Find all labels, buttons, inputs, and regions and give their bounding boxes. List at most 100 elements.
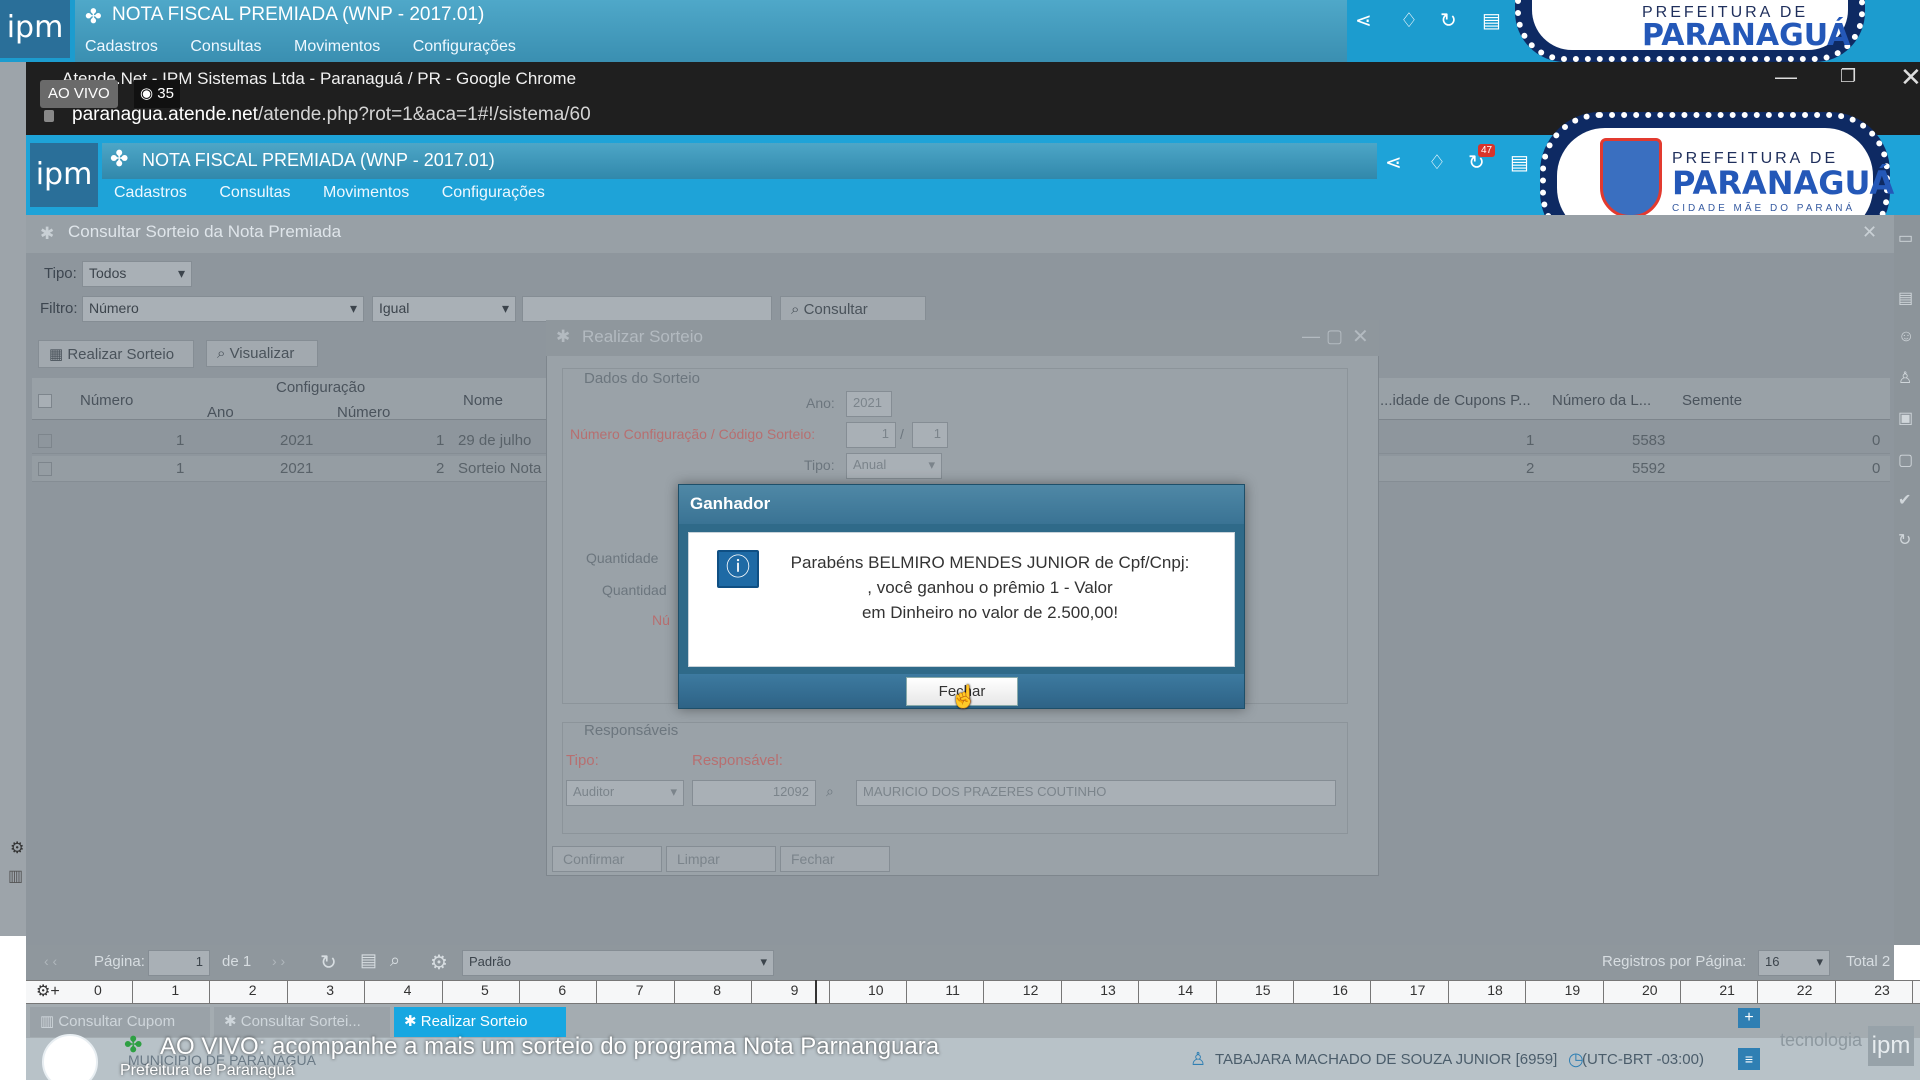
share-icon[interactable]: ⋖ [1385, 150, 1402, 175]
print-icon[interactable]: ▤ [1510, 150, 1529, 175]
ruler-divider [209, 980, 211, 1004]
pager-first-icon[interactable]: ‹ ‹ [44, 953, 57, 969]
back-print-icon[interactable]: ▤ [1482, 8, 1501, 33]
inner-minimize-icon[interactable]: — [1302, 326, 1320, 347]
col-semente[interactable]: Semente [1682, 392, 1742, 409]
sidebar-window-icon[interactable]: ▢ [1898, 450, 1913, 470]
cell-semente: 0 [1872, 432, 1881, 449]
consultar-button[interactable]: ⌕ Consultar [780, 296, 926, 323]
url-path: /atende.php?rot=1&aca=1#!/sistema/60 [257, 104, 591, 125]
inner-config-input2[interactable]: 1 [912, 422, 948, 448]
per-page-label: Registros por Página: [1602, 953, 1747, 970]
per-page-select[interactable]: 16 ▾ [1758, 950, 1830, 976]
resp-code-input[interactable]: 12092 [692, 780, 816, 806]
inner-fechar-button[interactable]: Fechar [780, 846, 890, 872]
back-refresh-icon[interactable]: ↻ [1440, 8, 1457, 33]
winner-message-line3: em Dinheiro no valor de 2.500,00! [861, 603, 1119, 622]
sidebar-save-icon[interactable]: ▣ [1898, 408, 1913, 428]
inner-close-icon[interactable]: ✕ [1352, 324, 1369, 349]
back-menu-cadastros[interactable]: Cadastros [85, 38, 158, 55]
select-all-checkbox[interactable] [38, 394, 52, 408]
row-checkbox[interactable] [38, 434, 52, 448]
filtro-value-input[interactable] [522, 296, 772, 322]
row-checkbox[interactable] [38, 462, 52, 476]
left-panel-icon[interactable]: ▥ [8, 866, 23, 886]
pager-page-input[interactable]: 1 [148, 950, 210, 976]
inner-limpar-button[interactable]: Limpar [666, 846, 776, 872]
ruler-divider [1293, 980, 1294, 1004]
ruler-tick: 1 [171, 982, 180, 998]
pager-refresh-icon[interactable]: ↻ [320, 950, 337, 975]
sidebar-users-icon[interactable]: ☺ [1898, 328, 1914, 346]
inner-config-input1[interactable]: 1 [846, 422, 896, 448]
filtro-field-value: Número [89, 300, 139, 316]
ruler-divider [1447, 980, 1449, 1004]
sidebar-person-icon[interactable]: ♙ [1898, 368, 1912, 388]
back-app-icon: ✤ [85, 6, 102, 28]
sidebar-sync-icon[interactable]: ↻ [1898, 530, 1911, 550]
cell-nome: 29 de julho [458, 432, 532, 449]
menu-configuracoes[interactable]: Configurações [442, 184, 545, 201]
back-menu-movimentos[interactable]: Movimentos [294, 38, 380, 55]
cell-nome: Sorteio Nota [458, 460, 542, 477]
layout-select[interactable]: Padrão ▾ [462, 950, 774, 976]
restore-icon[interactable]: ❐ [1840, 66, 1856, 87]
visualizar-button[interactable]: ⌕ Visualizar [206, 340, 318, 367]
inner-ano-label: Ano: [806, 395, 835, 411]
minimize-icon[interactable]: — [1775, 64, 1797, 90]
inner-tipo-select[interactable]: Anual ▾ [846, 453, 942, 479]
ruler-tick: 11 [945, 982, 960, 998]
col-cupons[interactable]: ...idade de Cupons P... [1380, 392, 1531, 409]
close-window-icon[interactable]: ✕ [1900, 62, 1920, 93]
pager-settings-icon[interactable]: ⚙ [430, 950, 448, 975]
back-menu-configuracoes[interactable]: Configurações [413, 38, 516, 55]
col-ano[interactable]: Ano [207, 404, 234, 421]
ruler-tick: 7 [635, 982, 644, 998]
inner-confirmar-button[interactable]: Confirmar [552, 846, 662, 872]
cell-numero: 1 [176, 460, 185, 477]
realizar-sorteio-button[interactable]: ▦ Realizar Sorteio [38, 340, 194, 368]
sidebar-doc-icon[interactable]: ▤ [1898, 288, 1913, 308]
resp-name-input[interactable]: MAURICIO DOS PRAZERES COUTINHO [856, 780, 1336, 806]
ruler-tick: 9 [790, 982, 799, 998]
menu-consultas[interactable]: Consultas [219, 184, 290, 201]
filtro-field-chevron-icon: ▾ [349, 300, 357, 316]
back-menu-consultas[interactable]: Consultas [190, 38, 261, 55]
menu-cadastros[interactable]: Cadastros [114, 184, 187, 201]
cell-numero: 1 [176, 432, 185, 449]
brand-ipm-logo: ipm [1868, 1026, 1914, 1066]
ruler-marker[interactable] [815, 980, 817, 1004]
col-nome[interactable]: Nome [463, 392, 503, 409]
pager-zoom-icon[interactable]: ⌕ [390, 950, 400, 971]
col-cfg-numero[interactable]: Número [337, 404, 390, 421]
tipo-select[interactable]: Todos ▾ [82, 261, 192, 287]
col-loteria[interactable]: Número da L... [1552, 392, 1651, 409]
col-numero[interactable]: Número [80, 392, 133, 409]
pager-print-icon[interactable]: ▤ [360, 950, 377, 971]
ruler-gear-icon[interactable]: ⚙+ [36, 981, 60, 1001]
inner-maximize-icon[interactable]: ▢ [1326, 326, 1343, 347]
menu-movimentos[interactable]: Movimentos [323, 184, 409, 201]
inner-ano-input[interactable]: 2021 [846, 391, 892, 417]
mouse-cursor-icon: ☝ [950, 684, 978, 709]
inner-tipo-label: Tipo: [804, 457, 835, 473]
sidebar-chat-icon[interactable]: ▭ [1898, 228, 1913, 248]
back-bell-icon[interactable]: ♢ [1400, 8, 1418, 33]
cell-ano: 2021 [280, 432, 314, 449]
inner-qtd-label1: Quantidade [586, 550, 659, 566]
sidebar-check-icon[interactable]: ✔ [1898, 490, 1911, 510]
taskbar-add-icon[interactable]: + [1738, 1008, 1760, 1028]
resp-search-icon[interactable]: ⌕ [826, 783, 834, 800]
winner-message: Parabéns BELMIRO MENDES JUNIOR de Cpf/Cn… [770, 550, 1210, 625]
layout-value: Padrão [469, 954, 511, 969]
back-share-icon[interactable]: ⋖ [1355, 8, 1372, 33]
filtro-field-select[interactable]: Número ▾ [82, 296, 364, 322]
filtro-op-select[interactable]: Igual ▾ [372, 296, 516, 322]
resp-tipo-select[interactable]: Auditor ▾ [566, 780, 684, 806]
pager-next-icon[interactable]: › › [272, 953, 285, 969]
panel-close-icon[interactable]: ✕ [1862, 222, 1877, 243]
left-gear-icon[interactable]: ⚙ [10, 838, 24, 858]
ruler-tick: 2 [248, 982, 257, 998]
bell-icon[interactable]: ♢ [1428, 150, 1446, 175]
status-menu-icon[interactable]: ≡ [1738, 1048, 1760, 1070]
